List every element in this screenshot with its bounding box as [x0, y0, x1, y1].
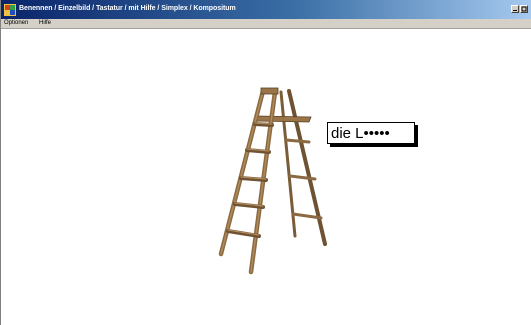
ladder-image — [211, 86, 331, 276]
minimize-icon — [513, 10, 517, 11]
menu-bar: Optionen Hilfe — [1, 19, 531, 29]
answer-text: die L••••• — [331, 125, 390, 142]
title-bar[interactable]: Benennen / Einzelbild / Tastatur / mit H… — [1, 0, 531, 19]
app-icon[interactable] — [4, 3, 16, 16]
app-window: Benennen / Einzelbild / Tastatur / mit H… — [0, 0, 531, 325]
menu-item-hilfe[interactable]: Hilfe — [39, 19, 51, 28]
maximize-button[interactable] — [520, 5, 528, 13]
answer-box[interactable]: die L••••• — [327, 122, 415, 144]
minimize-button[interactable] — [511, 5, 519, 13]
menu-item-optionen[interactable]: Optionen — [4, 19, 28, 28]
maximize-icon — [521, 6, 527, 12]
window-title: Benennen / Einzelbild / Tastatur / mit H… — [19, 5, 236, 12]
